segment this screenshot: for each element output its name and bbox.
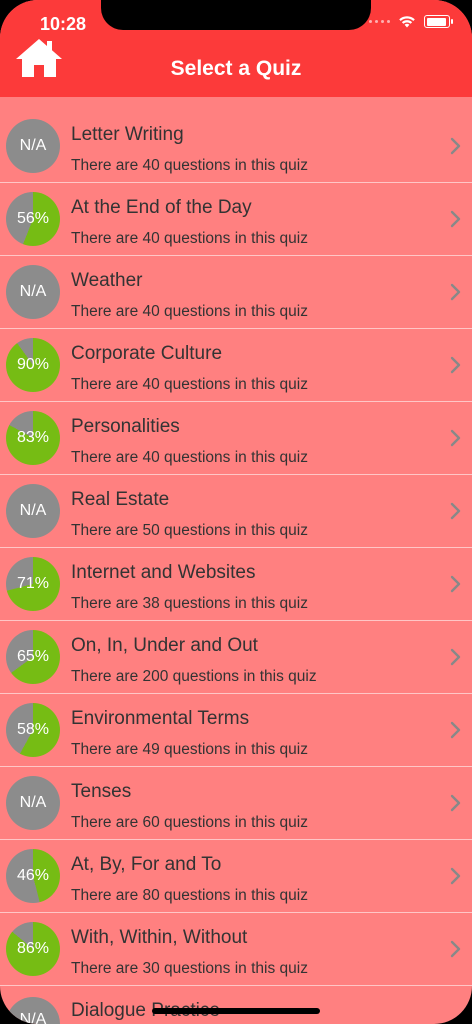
quiz-list-item[interactable]: 71% Internet and Websites There are 38 que… bbox=[0, 548, 472, 621]
quiz-title: Environmental Terms bbox=[71, 708, 250, 729]
quiz-list-item[interactable]: 65% On, In, Under and Out There are 200 qu… bbox=[0, 621, 472, 694]
quiz-subtitle: There are 40 questions in this quiz bbox=[71, 303, 308, 320]
quiz-list-item[interactable]: 58% Environmental Terms There are 49 quest… bbox=[0, 694, 472, 767]
quiz-list-item[interactable]: 46% At, By, For and To There are 80 questi… bbox=[0, 840, 472, 913]
quiz-score-badge: N/A bbox=[6, 484, 60, 538]
chevron-right-icon bbox=[450, 721, 461, 739]
quiz-title: Personalities bbox=[71, 416, 180, 437]
quiz-title: At, By, For and To bbox=[71, 854, 222, 875]
quiz-list-item[interactable]: N/A Weather There are 40 questions in this… bbox=[0, 256, 472, 329]
home-indicator[interactable] bbox=[152, 1008, 320, 1014]
quiz-title: Letter Writing bbox=[71, 124, 184, 145]
wifi-icon bbox=[399, 16, 415, 28]
badge-text: N/A bbox=[19, 1011, 47, 1024]
quiz-score-badge: N/A bbox=[6, 265, 60, 319]
quiz-title: Tenses bbox=[71, 781, 132, 802]
chevron-right-icon bbox=[450, 575, 461, 593]
quiz-subtitle: There are 40 questions in this quiz bbox=[71, 449, 308, 466]
quiz-title: With, Within, Without bbox=[71, 927, 248, 948]
quiz-list-item[interactable]: N/A Real Estate There are 50 questions in … bbox=[0, 475, 472, 548]
badge-text: N/A bbox=[19, 794, 47, 811]
status-time: 10:28 bbox=[40, 14, 87, 34]
quiz-subtitle: There are 49 questions in this quiz bbox=[71, 741, 308, 758]
chevron-right-icon bbox=[450, 648, 461, 666]
quiz-list-item[interactable]: 86% With, Within, Without There are 30 que… bbox=[0, 913, 472, 986]
quiz-list-item[interactable]: N/A Tenses There are 60 questions in this … bbox=[0, 767, 472, 840]
quiz-score-badge: 65% bbox=[6, 630, 60, 684]
quiz-list-item[interactable]: 56% At the End of the Day There are 40 que… bbox=[0, 183, 472, 256]
chevron-right-icon bbox=[450, 210, 461, 228]
quiz-title: Weather bbox=[71, 270, 143, 291]
quiz-score-badge: 83% bbox=[6, 411, 60, 465]
chevron-right-icon bbox=[450, 137, 461, 155]
chevron-right-icon bbox=[450, 283, 461, 301]
badge-text: 86% bbox=[16, 940, 50, 957]
chevron-right-icon bbox=[450, 429, 461, 447]
quiz-score-badge: 90% bbox=[6, 338, 60, 392]
quiz-subtitle: There are 50 questions in this quiz bbox=[71, 522, 308, 539]
chevron-right-icon bbox=[450, 940, 461, 958]
quiz-score-badge: 46% bbox=[6, 849, 60, 903]
badge-text: 56% bbox=[16, 210, 50, 227]
badge-text: 46% bbox=[16, 867, 50, 884]
badge-text: 71% bbox=[16, 575, 50, 592]
quiz-list: N/A Letter Writing There are 40 questions … bbox=[0, 110, 472, 986]
quiz-score-badge: N/A bbox=[6, 119, 60, 173]
badge-text: N/A bbox=[19, 502, 47, 519]
badge-text: N/A bbox=[19, 137, 47, 154]
page-title: Select a Quiz bbox=[170, 57, 302, 80]
badge-text: 83% bbox=[16, 429, 50, 446]
quiz-title: Corporate Culture bbox=[71, 343, 223, 364]
quiz-subtitle: There are 40 questions in this quiz bbox=[71, 230, 308, 247]
quiz-subtitle: There are 40 questions in this quiz bbox=[71, 157, 308, 174]
chevron-right-icon bbox=[450, 502, 461, 520]
quiz-score-badge: 86% bbox=[6, 922, 60, 976]
quiz-title: On, In, Under and Out bbox=[71, 635, 258, 656]
battery-icon bbox=[424, 15, 453, 28]
quiz-subtitle: There are 200 questions in this quiz bbox=[71, 668, 317, 685]
quiz-title: At the End of the Day bbox=[71, 197, 252, 218]
quiz-title: Internet and Websites bbox=[71, 562, 256, 583]
badge-text: 58% bbox=[16, 721, 50, 738]
quiz-subtitle: There are 40 questions in this quiz bbox=[71, 376, 308, 393]
status-icons bbox=[369, 15, 453, 28]
quiz-subtitle: There are 80 questions in this quiz bbox=[71, 887, 308, 904]
badge-text: 90% bbox=[16, 356, 50, 373]
quiz-list-item[interactable]: 83% Personalities There are 40 questions i… bbox=[0, 402, 472, 475]
header-bar: 10:28 Select a Quiz bbox=[0, 0, 472, 97]
app-screen: 10:28 Select a Quiz N/A Letter Writing The… bbox=[0, 0, 472, 1024]
quiz-score-badge: N/A bbox=[6, 997, 60, 1024]
chevron-right-icon bbox=[450, 794, 461, 812]
quiz-subtitle: There are 38 questions in this quiz bbox=[71, 595, 308, 612]
notch bbox=[101, 0, 371, 30]
quiz-score-badge: 71% bbox=[6, 557, 60, 611]
signal-icon bbox=[369, 20, 390, 23]
quiz-score-badge: N/A bbox=[6, 776, 60, 830]
badge-text: N/A bbox=[19, 283, 47, 300]
chevron-right-icon bbox=[450, 867, 461, 885]
quiz-subtitle: There are 30 questions in this quiz bbox=[71, 960, 308, 977]
chevron-right-icon bbox=[450, 356, 461, 374]
quiz-score-badge: 56% bbox=[6, 192, 60, 246]
quiz-list-item[interactable]: N/A Letter Writing There are 40 questions … bbox=[0, 110, 472, 183]
quiz-score-badge: 58% bbox=[6, 703, 60, 757]
badge-text: 65% bbox=[16, 648, 50, 665]
quiz-title: Real Estate bbox=[71, 489, 170, 510]
quiz-subtitle: There are 60 questions in this quiz bbox=[71, 814, 308, 831]
quiz-list-item[interactable]: 90% Corporate Culture There are 40 questio… bbox=[0, 329, 472, 402]
